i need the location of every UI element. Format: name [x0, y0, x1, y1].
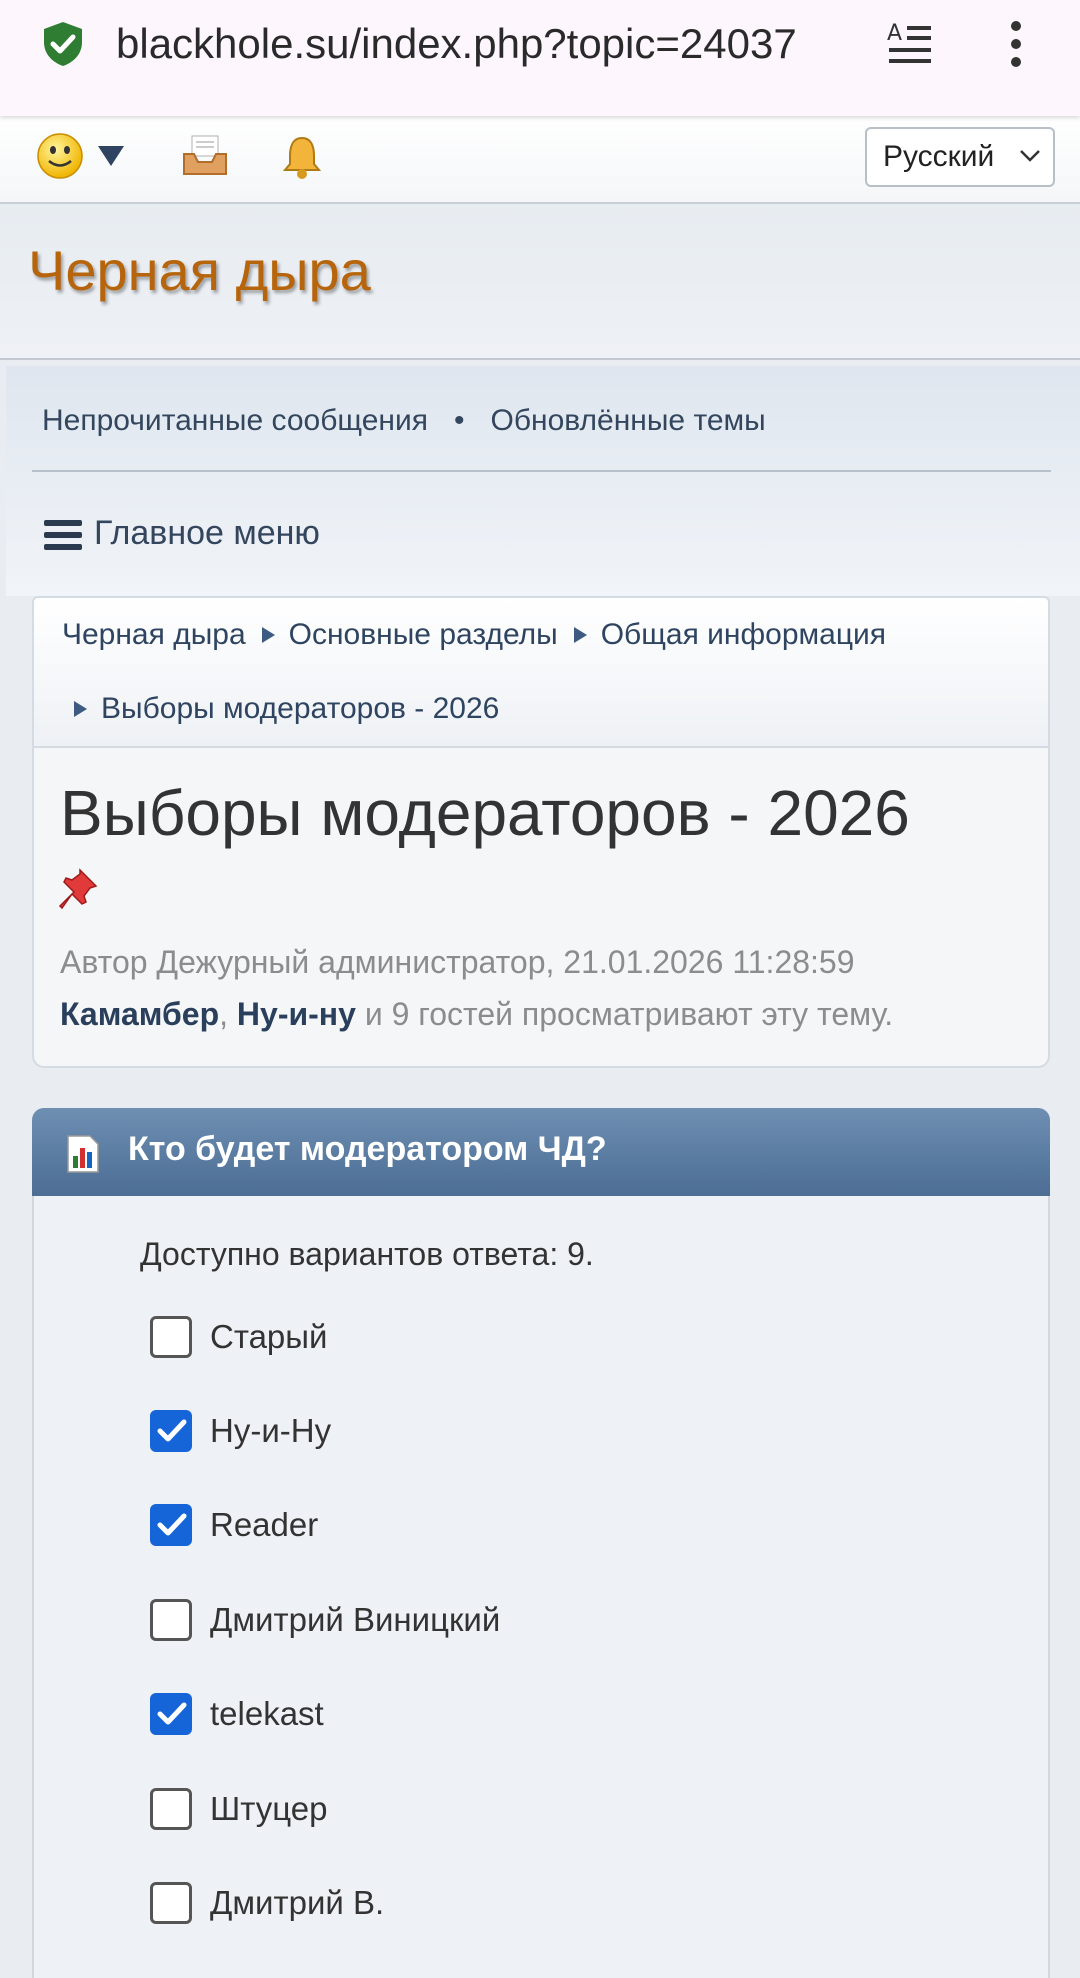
poll-option-checkbox[interactable]	[150, 1316, 192, 1358]
updated-topics-link[interactable]: Обновлённые темы	[491, 404, 766, 438]
poll-chart-icon	[67, 1135, 99, 1173]
poll-option-checkbox[interactable]	[150, 1504, 192, 1546]
svg-text:A: A	[887, 21, 902, 46]
viewers-rest-text: и 9 гостей просматривают эту тему.	[355, 996, 894, 1032]
breadcrumb-item[interactable]: Черная дыра	[62, 618, 246, 651]
nav-area	[6, 366, 1080, 596]
poll-option-checkbox[interactable]	[150, 1693, 192, 1735]
poll-option-label[interactable]: Reader	[210, 1504, 318, 1546]
browser-address-bar: blackhole.su/index.php?topic=24037 A	[0, 0, 1080, 116]
more-options-icon[interactable]	[1000, 16, 1032, 72]
poll-option-label[interactable]: Штуцер	[210, 1788, 327, 1830]
notifications-bell-icon[interactable]	[280, 134, 324, 180]
breadcrumb-item[interactable]: Основные разделы	[289, 618, 558, 651]
url-field[interactable]: blackhole.su/index.php?topic=24037	[116, 16, 856, 72]
poll-option-label[interactable]: Дмитрий Виницкий	[210, 1599, 500, 1641]
nav-separator: •	[454, 404, 465, 437]
poll-option-checkbox[interactable]	[150, 1788, 192, 1830]
breadcrumb-arrow-icon	[261, 627, 275, 644]
viewer-link[interactable]: Камамбер	[60, 996, 219, 1032]
unread-messages-link[interactable]: Непрочитанные сообщения	[42, 404, 428, 438]
user-menu-caret-icon[interactable]	[96, 143, 126, 169]
topic-author-line: Автор Дежурный администратор, 21.01.2026…	[60, 944, 855, 980]
topic-viewers-line: Камамбер, Ну-и-ну и 9 гостей просматрива…	[60, 996, 893, 1033]
viewer-link[interactable]: Ну-и-ну	[237, 996, 356, 1032]
site-title[interactable]: Черная дыра	[28, 238, 371, 303]
poll-option-label[interactable]: telekast	[210, 1693, 324, 1735]
poll-option-label[interactable]: Ну-и-Ну	[210, 1410, 331, 1452]
checkmark-icon	[157, 1419, 187, 1442]
breadcrumb: Черная дыра Основные разделы Общая информа…	[32, 596, 1050, 748]
page-title: Выборы модераторов - 2026	[60, 777, 910, 849]
secure-shield-icon[interactable]	[40, 20, 86, 68]
pinned-topic-icon	[58, 868, 98, 910]
poll-header: Кто будет модератором ЧД?	[32, 1108, 1050, 1196]
url-text: blackhole.su/index.php?topic=24037	[116, 20, 797, 67]
poll-option-label[interactable]: Старый	[210, 1316, 327, 1358]
user-avatar-smiley-icon[interactable]	[36, 132, 84, 180]
chevron-down-icon	[1020, 150, 1040, 162]
inbox-tray-icon[interactable]	[182, 134, 228, 176]
poll-question: Кто будет модератором ЧД?	[128, 1130, 607, 1168]
breadcrumb-item[interactable]: Общая информация	[601, 618, 886, 651]
nav-divider	[32, 470, 1051, 472]
language-select[interactable]: Русский	[865, 127, 1055, 187]
reader-mode-icon[interactable]: A	[885, 18, 935, 70]
checkmark-icon	[157, 1702, 187, 1725]
quick-links: Непрочитанные сообщения • Обновлённые темы	[42, 404, 766, 438]
poll-option-checkbox[interactable]	[150, 1599, 192, 1641]
hamburger-menu-icon[interactable]	[44, 518, 82, 552]
checkmark-icon	[157, 1513, 187, 1536]
poll-option-checkbox[interactable]	[150, 1410, 192, 1452]
viewer-separator: ,	[219, 996, 237, 1032]
language-select-value: Русский	[883, 140, 995, 173]
breadcrumb-arrow-icon	[573, 627, 587, 644]
poll-option-label[interactable]: Дмитрий В.	[210, 1882, 384, 1924]
poll-body: Доступно вариантов ответа: 9. Старый Ну-и…	[32, 1196, 1050, 1978]
poll-option-checkbox[interactable]	[150, 1882, 192, 1924]
breadcrumb-item-current[interactable]: Выборы модераторов - 2026	[101, 692, 499, 725]
poll-available-options: Доступно вариантов ответа: 9.	[140, 1236, 594, 1272]
breadcrumb-arrow-icon	[74, 701, 87, 718]
main-menu-button[interactable]: Главное меню	[94, 514, 320, 553]
topic-header: Выборы модераторов - 2026 Автор Дежурный…	[32, 748, 1050, 1068]
